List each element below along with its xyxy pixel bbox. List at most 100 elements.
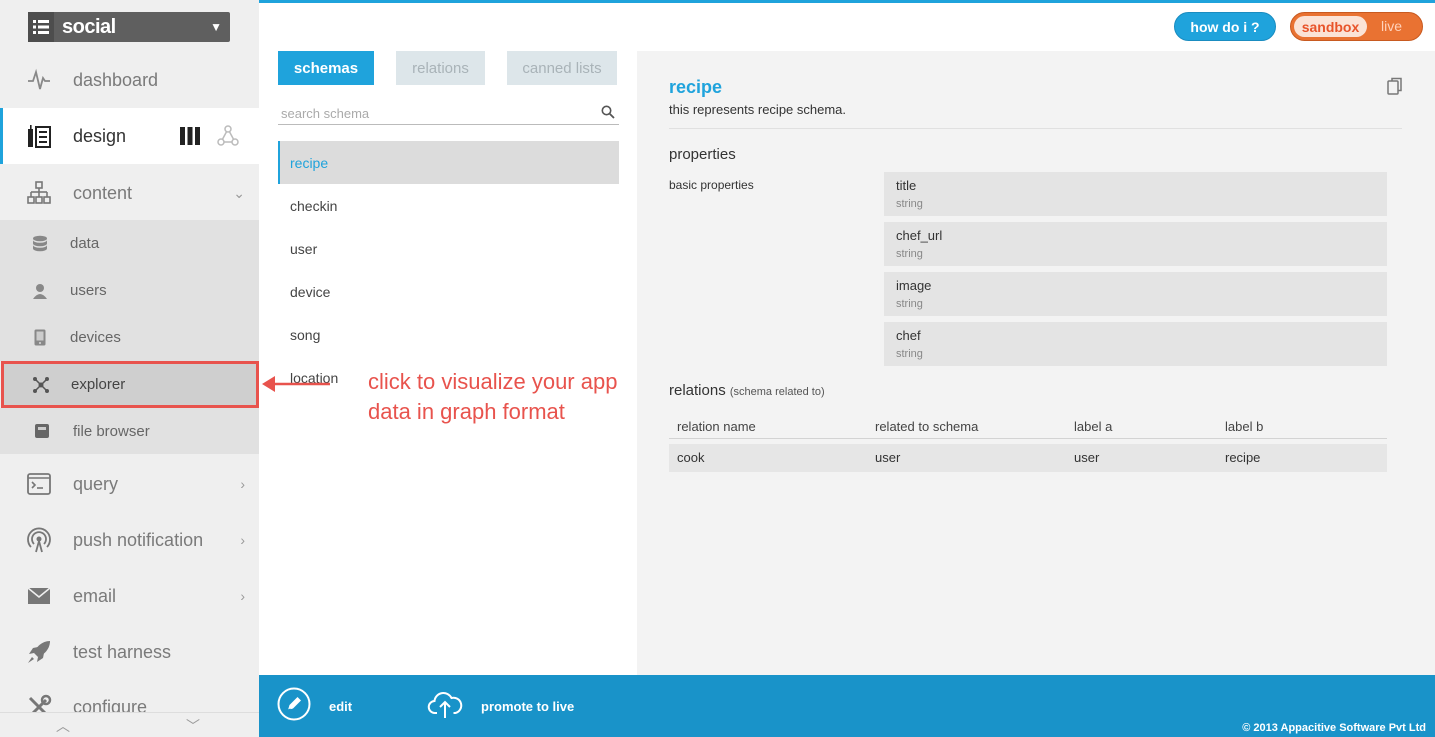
schema-item-song[interactable]: song: [278, 313, 619, 356]
schema-item-device[interactable]: device: [278, 270, 619, 313]
sidebar-item-label: query: [73, 473, 119, 494]
tab-schemas[interactable]: schemas: [278, 51, 374, 85]
cloud-upload-icon: [427, 689, 463, 724]
sidebar-subitem-devices[interactable]: devices: [0, 314, 259, 361]
sidebar-subitem-users[interactable]: users: [0, 267, 259, 314]
property-row[interactable]: chef_url string: [884, 222, 1387, 266]
chevron-down-icon: ⌄: [233, 184, 245, 201]
sidebar-subitem-file-browser[interactable]: file browser: [0, 408, 259, 454]
column-header: label a: [1074, 419, 1113, 434]
sidebar-item-label: test harness: [73, 641, 172, 662]
live-option[interactable]: live: [1381, 18, 1402, 34]
sidebar-item-label: data: [70, 235, 100, 252]
sitemap-icon: [26, 180, 52, 206]
sidebar-item-content[interactable]: content ⌄: [0, 166, 259, 220]
tab-canned-lists[interactable]: canned lists: [507, 51, 617, 85]
list-icon: [28, 12, 54, 42]
sidebar-item-dashboard[interactable]: dashboard: [0, 54, 259, 106]
tab-relations[interactable]: relations: [396, 51, 485, 85]
relations-heading: relations (schema related to): [669, 382, 825, 399]
schema-description: this represents recipe schema.: [669, 102, 847, 117]
sidebar-item-design[interactable]: design: [0, 108, 259, 164]
terminal-icon: [26, 471, 52, 497]
relations-title: relations: [669, 382, 726, 399]
chevron-right-icon: ›: [240, 532, 245, 548]
property-row[interactable]: title string: [884, 172, 1387, 216]
table-row[interactable]: cook user user recipe: [669, 444, 1387, 472]
folder-icon: [32, 421, 52, 441]
chevron-right-icon: ›: [240, 588, 245, 604]
divider: [669, 128, 1402, 129]
design-icon: [26, 123, 52, 149]
property-name: image: [896, 278, 932, 293]
property-row[interactable]: chef string: [884, 322, 1387, 366]
network-icon: [31, 375, 51, 395]
annotation-arrow-icon: [262, 376, 330, 392]
graph-icon[interactable]: [217, 125, 239, 152]
environment-toggle[interactable]: sandbox live: [1290, 12, 1423, 41]
edit-button[interactable]: edit: [277, 687, 353, 723]
search-input[interactable]: [278, 103, 588, 123]
schema-detail-panel: recipe this represents recipe schema. pr…: [637, 51, 1435, 675]
property-row[interactable]: image string: [884, 272, 1387, 316]
relations-subtitle: (schema related to): [729, 386, 825, 398]
sidebar-item-label: explorer: [71, 376, 126, 393]
property-name: title: [896, 178, 917, 193]
sidebar-subitem-data[interactable]: data: [0, 220, 259, 267]
column-header: label b: [1225, 419, 1264, 434]
table-cell: recipe: [1225, 450, 1261, 465]
sidebar-item-email[interactable]: email ›: [0, 570, 259, 622]
database-icon: [30, 234, 50, 254]
chevron-right-icon: ›: [240, 476, 245, 492]
copy-icon[interactable]: [1387, 77, 1403, 100]
sidebar-item-push-notification[interactable]: push notification ›: [0, 514, 259, 566]
column-header: related to schema: [875, 419, 979, 434]
property-name: chef_url: [896, 228, 943, 243]
sidebar-item-label: dashboard: [73, 69, 159, 90]
promote-to-live-button[interactable]: promote to live: [427, 689, 574, 723]
promote-label: promote to live: [481, 698, 575, 714]
schema-list: recipe checkin user device song location: [278, 141, 619, 399]
top-accent-line: [259, 0, 1435, 3]
envelope-icon: [26, 583, 52, 609]
table-cell: cook: [677, 450, 705, 465]
sidebar-item-label: design: [73, 125, 127, 146]
rocket-icon: [26, 639, 52, 665]
app-selector[interactable]: social ▼: [28, 12, 230, 42]
pulse-icon: [26, 67, 52, 93]
schema-item-recipe[interactable]: recipe: [278, 141, 619, 184]
edit-label: edit: [329, 698, 353, 714]
bottom-action-bar: edit promote to live © 2013 Appacitive S…: [259, 675, 1435, 737]
properties-heading: properties: [669, 146, 736, 163]
phone-icon: [30, 328, 50, 348]
schema-item-user[interactable]: user: [278, 227, 619, 270]
sidebar-item-label: email: [73, 585, 117, 606]
property-type: string: [896, 348, 923, 360]
property-name: chef: [896, 328, 921, 343]
sidebar-scroll-controls: ︿ ﹀: [0, 712, 259, 737]
table-cell: user: [1074, 450, 1100, 465]
user-icon: [30, 281, 50, 301]
sidebar-item-label: devices: [70, 329, 121, 346]
how-do-i-button[interactable]: how do i ?: [1174, 12, 1276, 41]
chevron-up-icon[interactable]: ︿: [56, 716, 70, 736]
columns-icon[interactable]: [179, 126, 201, 151]
search-icon[interactable]: [601, 105, 615, 124]
sandbox-option[interactable]: sandbox: [1294, 16, 1367, 37]
sidebar-item-test-harness[interactable]: test harness: [0, 626, 259, 678]
sidebar-subitem-explorer[interactable]: explorer: [1, 361, 259, 408]
copyright-text: © 2013 Appacitive Software Pvt Ltd: [1242, 722, 1426, 734]
sidebar-item-label: users: [70, 282, 107, 299]
annotation-callout: click to visualize your app data in grap…: [368, 369, 618, 424]
chevron-down-icon[interactable]: ﹀: [186, 716, 200, 736]
property-type: string: [896, 198, 923, 210]
chevron-down-icon: ▼: [210, 20, 222, 34]
property-type: string: [896, 298, 923, 310]
sidebar-item-label: content: [73, 182, 133, 203]
sidebar: social ▼ dashboard design content ⌄ data: [0, 0, 259, 737]
table-cell: user: [875, 450, 901, 465]
schema-item-checkin[interactable]: checkin: [278, 184, 619, 227]
basic-properties-label: basic properties: [669, 178, 754, 192]
sidebar-item-query[interactable]: query ›: [0, 458, 259, 510]
app-name: social: [62, 15, 116, 38]
